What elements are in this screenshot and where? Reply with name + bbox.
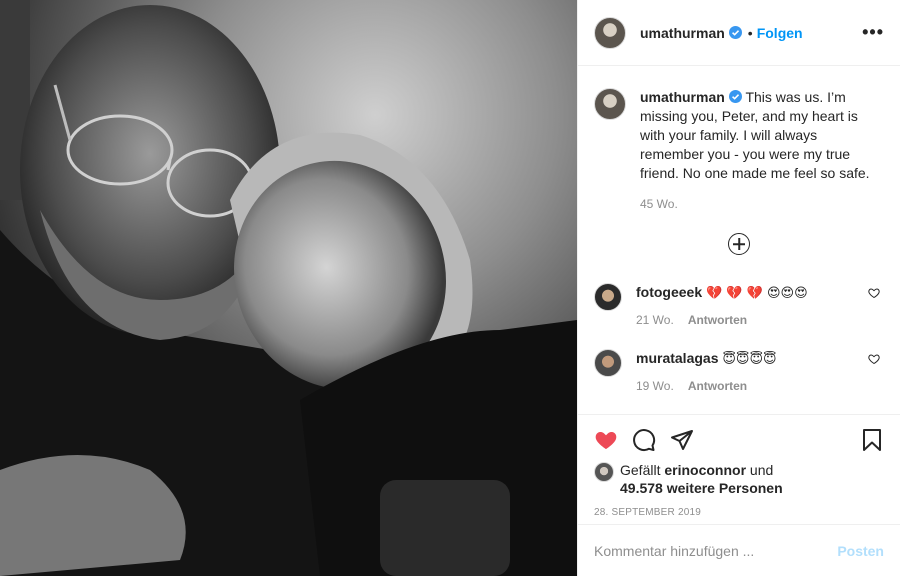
likes-connector: und: [749, 462, 774, 478]
caption-meta: 45 Wo.: [640, 197, 884, 211]
caption-age[interactable]: 45 Wo.: [640, 197, 678, 211]
comment-icon[interactable]: [632, 428, 656, 452]
verified-badge-icon: [728, 26, 742, 39]
caption-username[interactable]: umathurman: [640, 89, 725, 105]
comment-item: muratalagas 😇😇😇😇 19 Wo. Antworten: [594, 349, 884, 393]
comment-body: 😇😇😇😇: [722, 352, 777, 367]
load-more-comments: [594, 233, 884, 255]
like-comment-icon[interactable]: [868, 353, 880, 365]
liker-username[interactable]: erinoconnor: [664, 462, 746, 478]
more-options-icon[interactable]: •••: [862, 22, 884, 43]
post-actions: Gefällt erinoconnor und 49.578 weitere P…: [578, 414, 900, 524]
like-icon[interactable]: [594, 428, 618, 452]
separator-dot: •: [747, 24, 753, 41]
post-photo[interactable]: [0, 0, 577, 576]
post-comment-button[interactable]: Posten: [837, 543, 884, 559]
comment-text: fotogeeek 💔 💔 💔 😍😍😍: [636, 283, 808, 303]
author-avatar[interactable]: [594, 88, 626, 120]
post-caption: umathurman This was us. I’m missing you,…: [594, 88, 884, 183]
likes-prefix: Gefällt: [620, 462, 661, 478]
instagram-post: umathurman • Folgen ••• umathurman This …: [0, 0, 900, 576]
comment-age[interactable]: 19 Wo.: [636, 379, 674, 393]
reply-button[interactable]: Antworten: [688, 379, 747, 393]
verified-badge-icon: [728, 90, 742, 103]
comment-age[interactable]: 21 Wo.: [636, 313, 674, 327]
caption-text: umathurman This was us. I’m missing you,…: [640, 88, 884, 183]
comments-section: umathurman This was us. I’m missing you,…: [578, 66, 900, 414]
likes-summary: Gefällt erinoconnor und 49.578 weitere P…: [594, 461, 884, 497]
share-icon[interactable]: [670, 428, 694, 452]
author-avatar[interactable]: [594, 16, 626, 49]
action-icons: [594, 425, 884, 455]
comment-text: muratalagas 😇😇😇😇: [636, 349, 777, 369]
comment-meta: 19 Wo. Antworten: [636, 379, 777, 393]
post-header: umathurman • Folgen •••: [578, 0, 900, 66]
like-comment-icon[interactable]: [868, 287, 880, 299]
load-more-comments-icon[interactable]: [728, 233, 750, 255]
save-icon[interactable]: [860, 428, 884, 452]
reply-button[interactable]: Antworten: [688, 313, 747, 327]
comment-input[interactable]: [594, 542, 838, 559]
commenter-avatar[interactable]: [594, 283, 622, 311]
comment-username[interactable]: fotogeeek: [636, 284, 702, 300]
author-username[interactable]: umathurman: [640, 25, 725, 41]
add-comment-bar: Posten: [578, 524, 900, 576]
post-side-panel: umathurman • Folgen ••• umathurman This …: [577, 0, 900, 576]
likes-count[interactable]: 49.578 weitere Personen: [620, 480, 783, 496]
follow-button[interactable]: Folgen: [757, 25, 803, 41]
commenter-avatar[interactable]: [594, 349, 622, 377]
comment-item: fotogeeek 💔 💔 💔 😍😍😍 21 Wo. Antworten: [594, 283, 884, 327]
likes-text: Gefällt erinoconnor und 49.578 weitere P…: [620, 461, 783, 497]
comment-body: 💔 💔 💔 😍😍😍: [706, 286, 808, 301]
comment-meta: 21 Wo. Antworten: [636, 313, 808, 327]
black-white-portrait-photo: [0, 0, 577, 576]
liker-avatar[interactable]: [594, 462, 614, 482]
comment-username[interactable]: muratalagas: [636, 350, 718, 366]
post-date[interactable]: 28. September 2019: [594, 507, 884, 518]
